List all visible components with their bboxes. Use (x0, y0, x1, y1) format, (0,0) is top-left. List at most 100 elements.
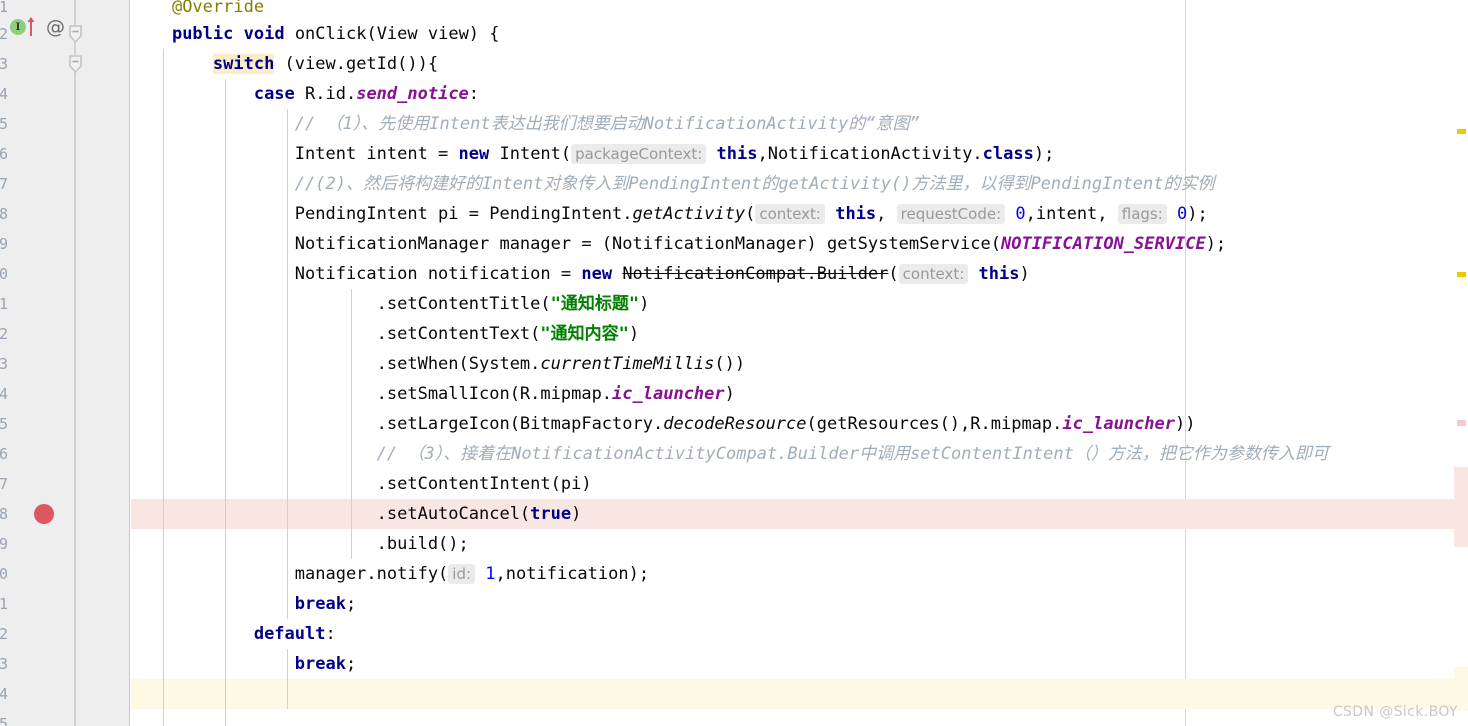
warning-marker[interactable] (1457, 272, 1466, 277)
line-number: 55 (0, 415, 8, 433)
line-number: 44 (0, 85, 8, 103)
token-plain: .setContentIntent(pi) (376, 474, 592, 494)
code-line[interactable]: .setContentTitle("通知标题") (131, 289, 1468, 319)
token-plain: .setAutoCancel( (376, 504, 531, 524)
token-plain: .setContentTitle( (376, 294, 551, 314)
code-line[interactable]: .setContentIntent(pi) (131, 469, 1468, 499)
gutter-icon-group[interactable]: I @ (10, 17, 65, 37)
token-plain: ); (1205, 234, 1227, 254)
line-number: 65 (0, 715, 8, 726)
code-line[interactable]: .setAutoCancel(true) (131, 499, 1468, 529)
token-stat: NOTIFICATION_SERVICE (1000, 234, 1206, 254)
code-line[interactable]: Notification notification = new Notifica… (131, 259, 1468, 289)
token-plain: PendingIntent pi = PendingIntent. (294, 204, 633, 224)
breakpoint-band (1454, 467, 1468, 547)
token-kw: case (253, 84, 295, 104)
code-line[interactable]: switch (view.getId()){ (131, 49, 1468, 79)
token-plain: : (468, 84, 480, 104)
token-cmt: //(2)、然后将构建好的Intent对象传入到PendingIntent的ge… (294, 174, 1215, 194)
token-kw: this (716, 144, 758, 164)
code-line[interactable]: // （1）、先使用Intent表达出我们想要启动NotificationAct… (131, 109, 1468, 139)
analysis-marker-bar[interactable] (1454, 0, 1468, 726)
token-plain: R.id. (294, 84, 357, 104)
line-number: 47 (0, 175, 8, 193)
line-number: 42 (0, 25, 8, 43)
token-plain: ) (571, 504, 582, 524)
token-hint: packageContext: (571, 144, 707, 164)
code-line[interactable]: Intent intent = new Intent(packageContex… (131, 139, 1468, 169)
code-line[interactable]: break; (131, 649, 1468, 679)
code-line[interactable]: //(2)、然后将构建好的Intent对象传入到PendingIntent的ge… (131, 169, 1468, 199)
token-kw: this (835, 204, 877, 224)
implementing-method-icon[interactable]: I (10, 17, 36, 36)
error-marker[interactable] (1457, 420, 1466, 426)
implementing-method-glyph: I (10, 19, 26, 35)
code-line[interactable]: .setWhen(System.currentTimeMillis()) (131, 349, 1468, 379)
line-number: 53 (0, 355, 8, 373)
code-line[interactable]: default: (131, 619, 1468, 649)
token-plain: Intent( (489, 144, 572, 164)
warning-marker[interactable] (1457, 129, 1466, 134)
line-number: 61 (0, 595, 8, 613)
code-line[interactable]: break; (131, 589, 1468, 619)
code-line[interactable]: public void onClick(View view) { (131, 19, 1468, 49)
token-cmt: // （3）、接着在NotificationActivityCompat.Bui… (376, 444, 1329, 464)
annotation-marker-icon[interactable]: @ (46, 18, 65, 37)
line-number: 62 (0, 625, 8, 643)
code-line[interactable]: .setContentText("通知内容") (131, 319, 1468, 349)
token-hint: context: (898, 264, 969, 284)
line-number: 45 (0, 115, 8, 133)
fold-marker-method[interactable] (67, 24, 84, 44)
token-plain: .setSmallIcon(R.mipmap. (376, 384, 613, 404)
code-line[interactable]: PendingIntent pi = PendingIntent.getActi… (131, 199, 1468, 229)
code-line[interactable]: NotificationManager manager = (Notificat… (131, 229, 1468, 259)
token-plain: ) (628, 324, 640, 344)
token-plain: NotificationManager manager = (Notificat… (294, 234, 1001, 254)
code-line[interactable] (131, 679, 1468, 709)
token-kw: public (171, 24, 234, 44)
code-line[interactable]: // （3）、接着在NotificationActivityCompat.Bui… (131, 439, 1468, 469)
fold-marker-switch[interactable] (67, 54, 84, 74)
token-plain: ); (1187, 204, 1208, 224)
code-content-area[interactable]: @Override public void onClick(View view)… (131, 0, 1468, 726)
token-meth: currentTimeMillis (540, 354, 715, 374)
token-plain: .setLargeIcon(BitmapFactory. (376, 414, 664, 434)
code-line[interactable]: .build(); (131, 529, 1468, 559)
token-hint: requestCode: (896, 204, 1006, 224)
code-line[interactable]: .setSmallIcon(R.mipmap.ic_launcher) (131, 379, 1468, 409)
token-plain: (getResources(),R.mipmap. (806, 414, 1063, 434)
breakpoint-icon[interactable] (34, 504, 54, 524)
token-kw: class (982, 144, 1034, 164)
code-editor[interactable]: 4142434445464748495051525354555657585960… (0, 0, 1468, 726)
fold-region-bar (74, 0, 76, 726)
token-plain: ); (1033, 144, 1055, 164)
token-meth: decodeResource (663, 414, 807, 434)
code-line[interactable] (131, 709, 1468, 726)
token-plain: .setContentText( (376, 324, 541, 344)
token-kw: break (294, 654, 346, 674)
editor-gutter[interactable]: 4142434445464748495051525354555657585960… (0, 0, 130, 726)
token-kw: new (581, 264, 613, 284)
token-num: 1 (485, 564, 496, 584)
token-num: 0 (1015, 204, 1026, 224)
token-plain: ()) (714, 354, 746, 374)
code-line[interactable]: case R.id.send_notice: (131, 79, 1468, 109)
token-plain: Intent intent = (294, 144, 459, 164)
code-line[interactable]: .setLargeIcon(BitmapFactory.decodeResour… (131, 409, 1468, 439)
token-depr: NotificationCompat.Builder (622, 264, 889, 284)
csdn-watermark: CSDN @Sick.BOY (1332, 704, 1458, 720)
line-number: 52 (0, 325, 8, 343)
code-line[interactable]: manager.notify(id: 1,notification); (131, 559, 1468, 589)
